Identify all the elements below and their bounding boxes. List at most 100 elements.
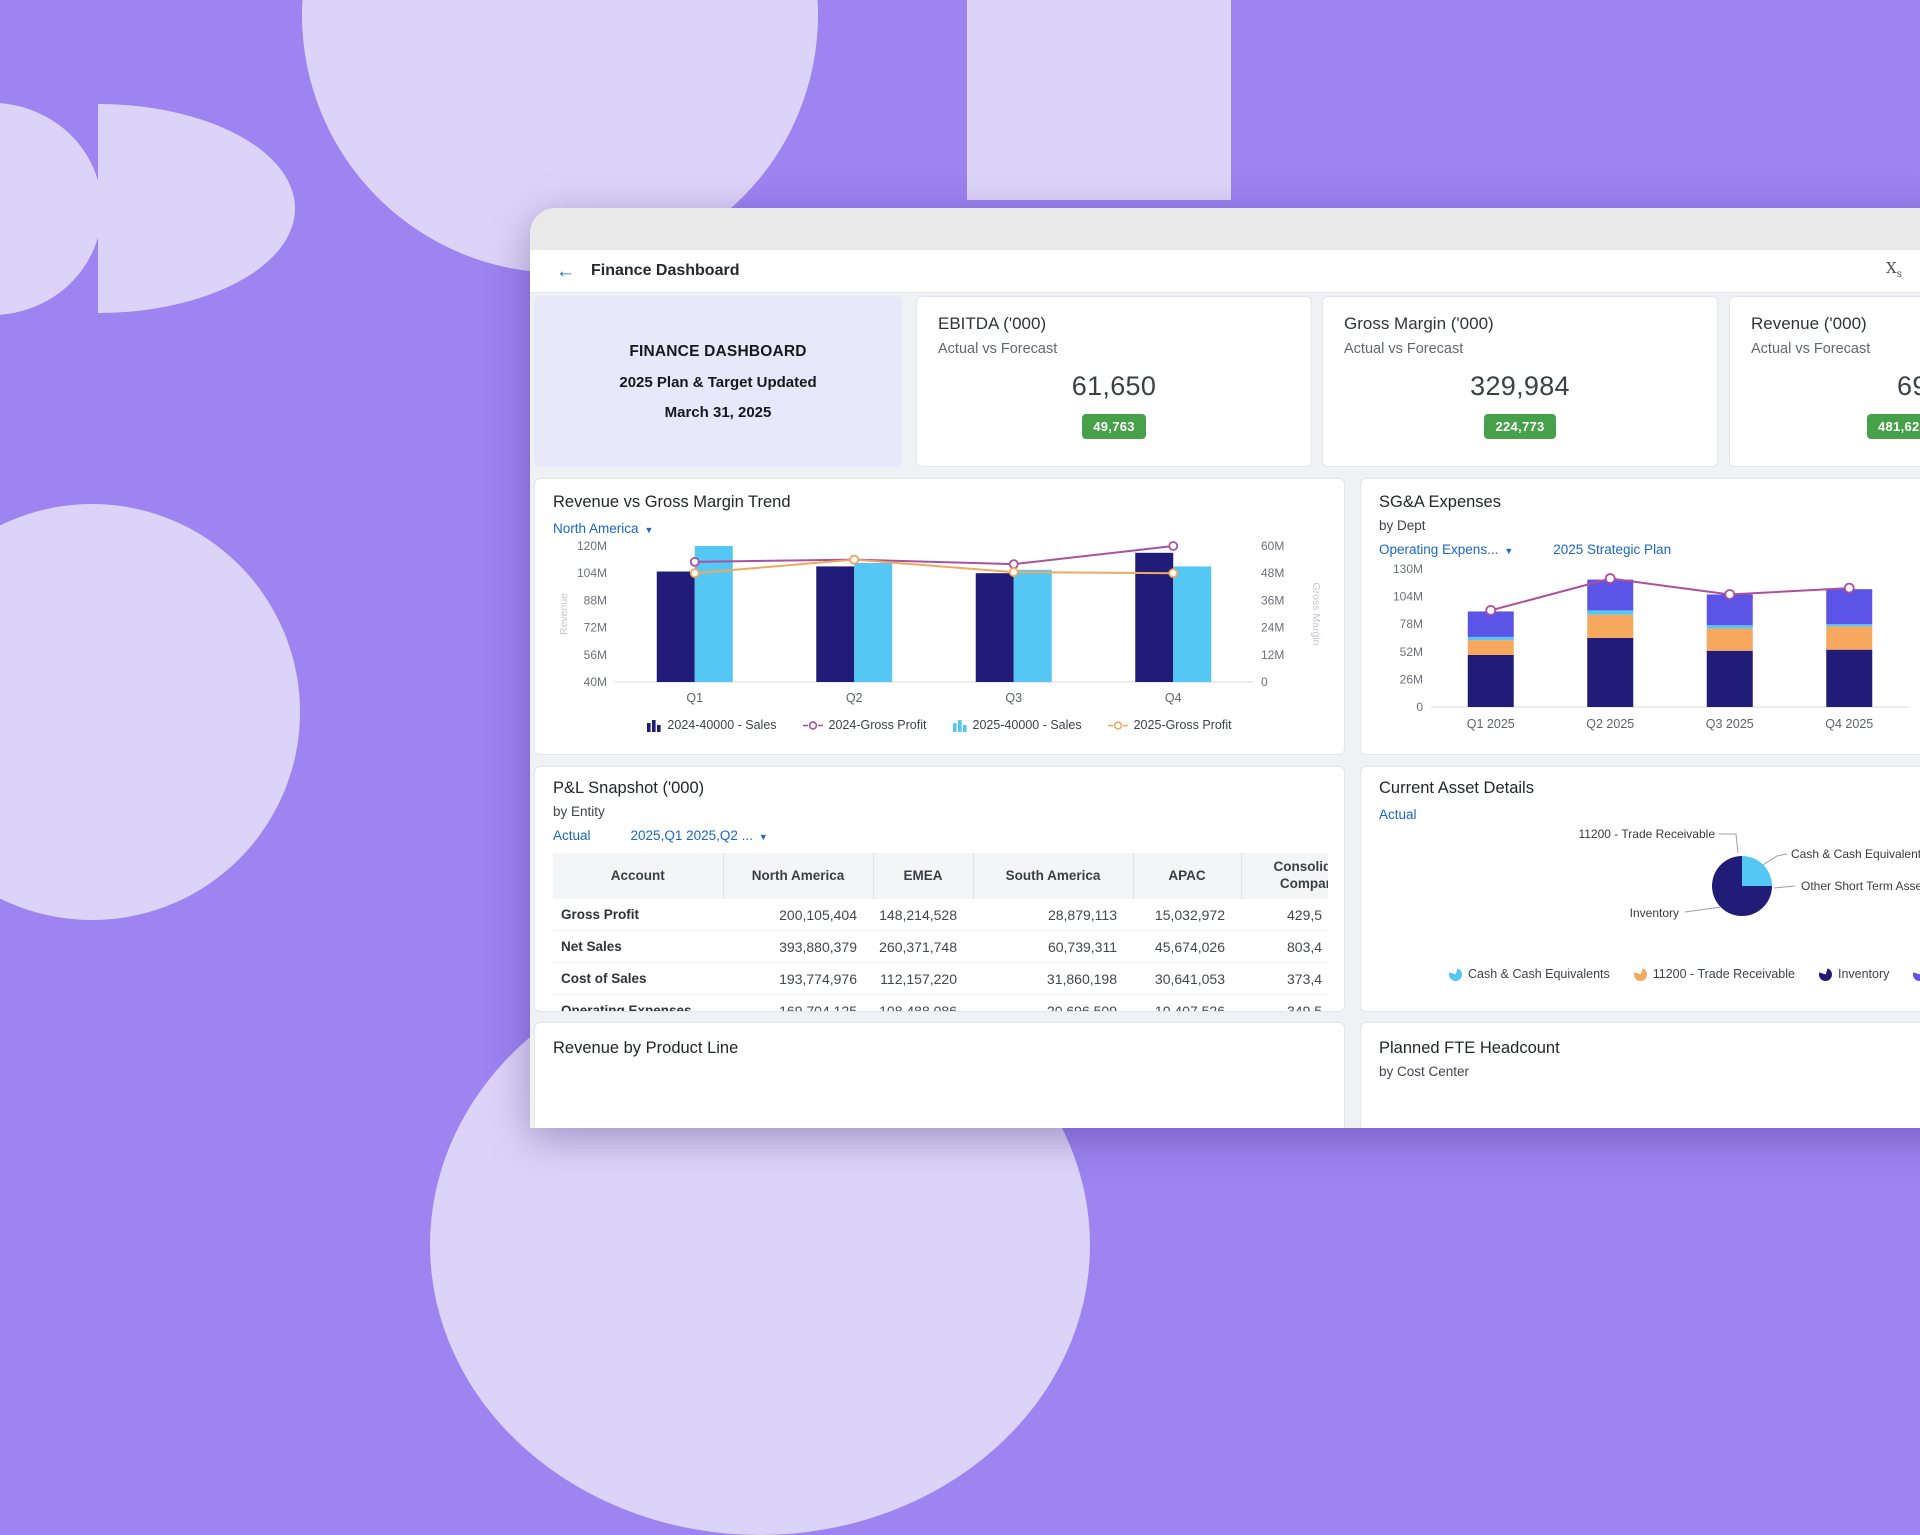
legend-item[interactable]: 2025-40000 - Sales [953, 718, 1082, 732]
column-header: Account [553, 853, 723, 899]
table-row: Gross Profit200,105,404148,214,52828,879… [553, 899, 1328, 931]
chart-title: P&L Snapshot ('000) [553, 779, 1326, 798]
back-button[interactable]: ← [556, 262, 575, 281]
column-header: APAC [1133, 853, 1241, 899]
legend-item[interactable]: 2024-Gross Profit [803, 718, 927, 732]
kpi-title: Revenue ('000) [1751, 314, 1920, 334]
svg-text:Q2 2025: Q2 2025 [1586, 717, 1634, 731]
svg-text:104M: 104M [577, 566, 607, 580]
kpi-card-revenue: Revenue ('000) Actual vs Forecast 699 48… [1729, 296, 1920, 467]
chart-title: Planned FTE Headcount [1379, 1039, 1920, 1058]
svg-text:78M: 78M [1400, 617, 1423, 631]
chart-title: Revenue by Product Line [553, 1039, 1326, 1058]
bg-square-top [967, 0, 1231, 200]
value-cell: 373,4 [1241, 963, 1328, 995]
kpi-value: 329,984 [1344, 371, 1696, 402]
value-cell: 260,371,748 [873, 931, 973, 963]
region-filter-dropdown[interactable]: North America▼ [553, 521, 653, 536]
scenario-filter[interactable]: Actual [553, 828, 591, 843]
value-cell: 429,5 [1241, 899, 1328, 931]
legend-item[interactable]: 2024-40000 - Sales [647, 718, 776, 732]
chevron-down-icon: ▼ [1504, 546, 1513, 556]
svg-text:56M: 56M [584, 648, 607, 662]
legend-label: 2025-Gross Profit [1134, 718, 1232, 732]
chevron-down-icon: ▼ [759, 832, 768, 842]
bar-series-icon [953, 719, 967, 732]
pie-series-icon [1819, 968, 1832, 981]
legend-label: 2025-40000 - Sales [973, 718, 1082, 732]
legend-item[interactable]: Cash & Cash Equivalents [1449, 967, 1610, 981]
current-assets-pie-chart: 11200 - Trade ReceivableCash & Cash Equi… [1379, 822, 1920, 954]
value-cell: 30,641,053 [1133, 963, 1241, 995]
pnl-snapshot-card: P&L Snapshot ('000) by Entity Actual 202… [534, 766, 1345, 1012]
svg-text:0: 0 [1261, 675, 1268, 689]
scenario-filter[interactable]: 2025 Strategic Plan [1553, 542, 1671, 557]
bg-halfdisc [98, 104, 295, 313]
pie-series-icon [1449, 968, 1462, 981]
chart-title: Current Asset Details [1379, 779, 1920, 798]
svg-text:Q1 2025: Q1 2025 [1467, 717, 1515, 731]
legend-item[interactable]: 11200 - Trade Receivable [1634, 967, 1795, 981]
revenue-gross-margin-chart: 40M56M72M88M104M120M012M24M36M48M60MQ1Q2… [553, 536, 1328, 711]
svg-text:36M: 36M [1261, 593, 1284, 607]
svg-text:Q2: Q2 [846, 691, 863, 705]
legend-item[interactable]: Othe [1913, 967, 1920, 981]
legend-label: 2024-Gross Profit [829, 718, 927, 732]
info-line-2: 2025 Plan & Target Updated [619, 374, 816, 391]
value-cell: 20,696,509 [973, 995, 1133, 1013]
svg-text:52M: 52M [1400, 645, 1423, 659]
pie-legend: Cash & Cash Equivalents 11200 - Trade Rec… [1449, 967, 1920, 981]
scenario-filter[interactable]: Actual [1379, 807, 1417, 822]
chart-title: Revenue vs Gross Margin Trend [553, 493, 1326, 512]
svg-text:Gross Margin: Gross Margin [1310, 582, 1322, 645]
svg-text:120M: 120M [577, 539, 607, 553]
svg-text:Revenue: Revenue [558, 593, 570, 635]
account-cell: Operating Expenses [553, 995, 723, 1013]
chevron-down-icon: ▼ [645, 525, 654, 535]
pnl-table: AccountNorth AmericaEMEASouth AmericaAPA… [553, 853, 1328, 1012]
legend-item[interactable]: 2025-Gross Profit [1108, 718, 1232, 732]
kpi-title: EBITDA ('000) [938, 314, 1290, 334]
chart-subtitle: by Entity [553, 804, 1326, 819]
kpi-subtitle: Actual vs Forecast [1751, 341, 1920, 357]
svg-text:Q4: Q4 [1165, 691, 1182, 705]
value-cell: 108,488,086 [873, 995, 973, 1013]
period-filter-dropdown[interactable]: 2025,Q1 2025,Q2 ...▼ [631, 828, 768, 843]
value-cell: 200,105,404 [723, 899, 873, 931]
pnl-table-container: AccountNorth AmericaEMEASouth AmericaAPA… [553, 853, 1328, 1012]
account-cell: Cost of Sales [553, 963, 723, 995]
svg-text:Inventory: Inventory [1630, 906, 1679, 920]
xs-logo: Xs [1886, 259, 1902, 280]
value-cell: 15,032,972 [1133, 899, 1241, 931]
pie-series-icon [1634, 968, 1647, 981]
kpi-subtitle: Actual vs Forecast [938, 341, 1290, 357]
revenue-gross-margin-card: Revenue vs Gross Margin Trend North Amer… [534, 478, 1345, 755]
value-cell: 31,860,198 [973, 963, 1133, 995]
column-header: South America [973, 853, 1133, 899]
column-header: North America [723, 853, 873, 899]
value-cell: 60,739,311 [973, 931, 1133, 963]
legend-label: Cash & Cash Equivalents [1468, 967, 1610, 981]
value-cell: 169,704,125 [723, 995, 873, 1013]
legend-label: 2024-40000 - Sales [667, 718, 776, 732]
sga-expenses-card: SG&A Expenses by Dept Operating Expens..… [1360, 478, 1920, 755]
chart-title: SG&A Expenses [1379, 493, 1920, 512]
svg-text:Other Short Term Assets: Other Short Term Assets [1801, 879, 1920, 893]
app-window: ← Finance Dashboard Xs FINANCE DASHBOARD… [530, 208, 1920, 1128]
kpi-value: 699 [1751, 371, 1920, 402]
svg-text:40M: 40M [584, 675, 607, 689]
account-filter-dropdown[interactable]: Operating Expens...▼ [1379, 542, 1513, 557]
svg-text:Q3: Q3 [1005, 691, 1022, 705]
current-assets-card: Current Asset Details Actual 11200 - Tra… [1360, 766, 1920, 1012]
info-line-3: March 31, 2025 [665, 404, 772, 421]
value-cell: 393,880,379 [723, 931, 873, 963]
revenue-by-product-line-card: Revenue by Product Line [534, 1022, 1345, 1128]
svg-text:104M: 104M [1393, 590, 1423, 604]
app-header: ← Finance Dashboard Xs [530, 250, 1920, 293]
svg-text:130M: 130M [1393, 562, 1423, 576]
kpi-subtitle: Actual vs Forecast [1344, 341, 1696, 357]
sga-expenses-chart: 026M52M78M104M130MQ1 2025Q2 2025Q3 2025Q… [1379, 557, 1920, 739]
legend-item[interactable]: Inventory [1819, 967, 1889, 981]
svg-text:60M: 60M [1261, 539, 1284, 553]
svg-text:0: 0 [1416, 700, 1423, 714]
